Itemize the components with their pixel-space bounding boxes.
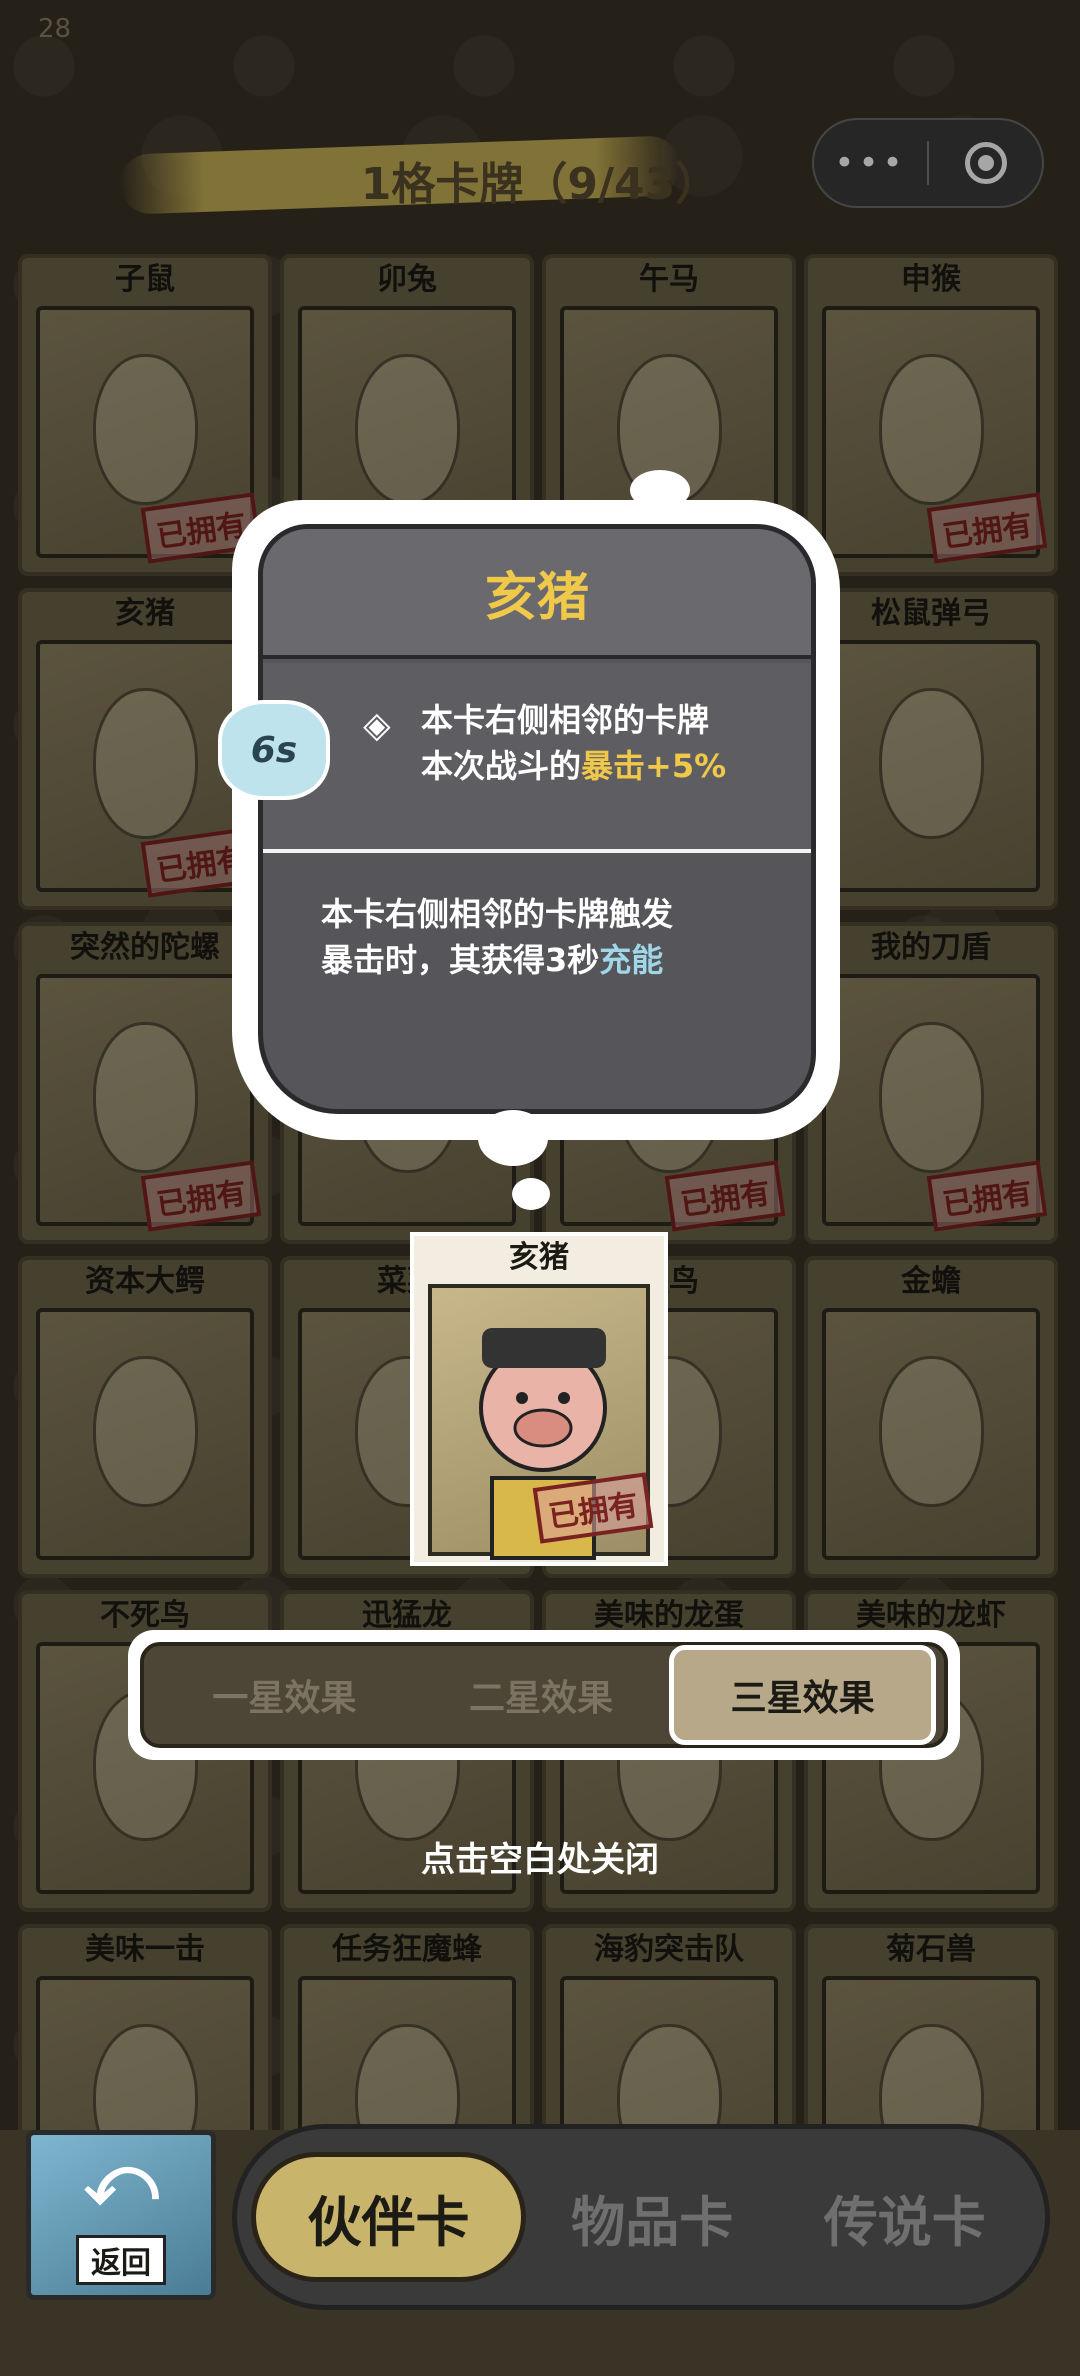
return-arrow-icon: ⤺	[83, 2139, 159, 2221]
effect-1-text: 本卡右侧相邻的卡牌 本次战斗的暴击+5%	[421, 701, 727, 785]
nav-tab-3[interactable]: 传说卡	[779, 2152, 1031, 2282]
preview-card-name: 亥猪	[509, 1240, 569, 1275]
charge-highlight: 充能	[599, 941, 664, 979]
card-category-nav: 伙伴卡 物品卡 传说卡	[232, 2124, 1050, 2310]
star-tab-2[interactable]: 二星效果	[413, 1655, 670, 1735]
crit-highlight: 暴击+5%	[581, 747, 727, 785]
popup-header: 亥猪	[263, 529, 811, 659]
nav-tab-2[interactable]: 物品卡	[526, 2152, 778, 2282]
popup-title: 亥猪	[484, 567, 589, 628]
thought-bubble-dot	[478, 1110, 548, 1166]
close-hint: 点击空白处关闭	[421, 1840, 659, 1880]
back-label: 返回	[76, 2235, 166, 2285]
selected-card-preview: 亥猪 已拥有	[410, 1232, 668, 1566]
star-tab-1[interactable]: 一星效果	[156, 1655, 413, 1735]
effect-row-1: ◈ 本卡右侧相邻的卡牌 本次战斗的暴击+5%	[263, 663, 811, 853]
star-tab-3[interactable]: 三星效果	[669, 1645, 937, 1745]
star-level-tabs: 一星效果 二星效果 三星效果	[140, 1642, 948, 1748]
effect-2-text: 本卡右侧相邻的卡牌触发 暴击时，其获得3秒充能	[321, 895, 674, 979]
thought-bubble-dot	[512, 1178, 550, 1210]
diamond-icon: ◈	[363, 705, 391, 746]
back-button[interactable]: ⤺ 返回	[26, 2130, 216, 2300]
nav-tab-1[interactable]: 伙伴卡	[251, 2152, 527, 2282]
card-detail-popup: 亥猪 ◈ 本卡右侧相邻的卡牌 本次战斗的暴击+5% 本卡右侧相邻的卡牌触发 暴击…	[258, 524, 816, 1114]
cooldown-badge: 6s	[218, 700, 330, 800]
